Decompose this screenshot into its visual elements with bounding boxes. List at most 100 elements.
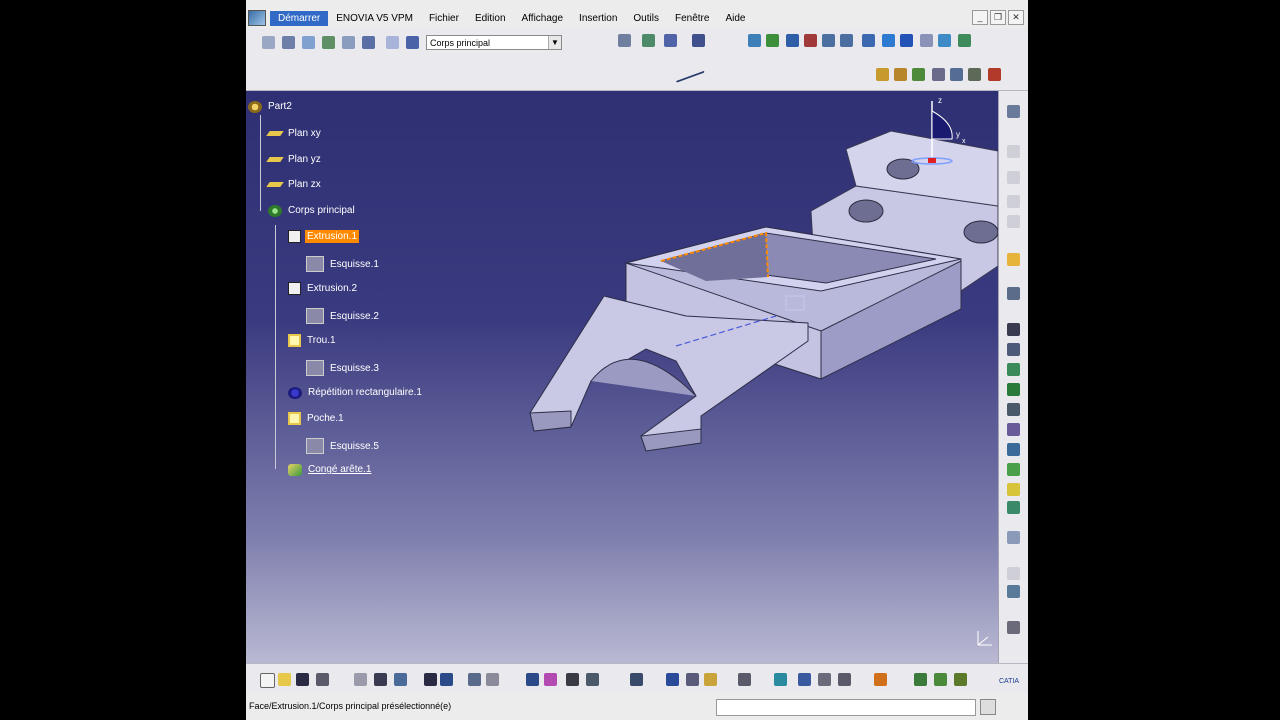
insert-body-icon[interactable]: [362, 36, 375, 49]
compass-icon[interactable]: z y x: [908, 93, 968, 168]
search-icon[interactable]: [486, 673, 499, 686]
stop-command-icon[interactable]: [980, 699, 996, 715]
pocket-tool-icon[interactable]: [1007, 287, 1020, 300]
shell-tool-icon[interactable]: [1007, 483, 1020, 496]
analysis-icon[interactable]: [642, 34, 655, 47]
layers-icon[interactable]: [950, 68, 963, 81]
catalog-icon[interactable]: [774, 673, 787, 686]
save-icon[interactable]: [296, 673, 309, 686]
menu-demarrer[interactable]: Démarrer: [270, 10, 329, 26]
tree-item-plan-yz[interactable]: Plan yz: [266, 153, 323, 166]
tree-item-esquisse-3[interactable]: Esquisse.3: [306, 360, 381, 376]
settings-icon[interactable]: [968, 68, 981, 81]
check-icon[interactable]: [954, 673, 967, 686]
rotate-icon[interactable]: [804, 34, 817, 47]
paste-icon[interactable]: [394, 673, 407, 686]
cut-icon[interactable]: [354, 673, 367, 686]
tree-item-repetition-rectangulaire[interactable]: Répétition rectangulaire.1: [288, 386, 424, 399]
tree-item-conge-arete-1[interactable]: Congé arête.1: [288, 463, 373, 476]
tree-item-esquisse-2[interactable]: Esquisse.2: [306, 308, 381, 324]
whats-this-icon[interactable]: [468, 673, 481, 686]
pan-icon[interactable]: [786, 34, 799, 47]
slot-tool-icon[interactable]: [1007, 403, 1020, 416]
formula-icon[interactable]: [666, 673, 679, 686]
material-icon[interactable]: [876, 68, 889, 81]
update-icon[interactable]: [526, 673, 539, 686]
tree-item-plan-zx[interactable]: Plan zx: [266, 178, 323, 191]
pad-tool-icon[interactable]: [1007, 253, 1020, 266]
menu-fichier[interactable]: Fichier: [421, 11, 467, 26]
tree-view-icon[interactable]: [586, 673, 599, 686]
compass[interactable]: z y x: [908, 93, 968, 173]
select-icon[interactable]: [262, 36, 275, 49]
thickness-tool-icon[interactable]: [1007, 501, 1020, 514]
groove-tool-icon[interactable]: [1007, 343, 1020, 356]
menu-affichage[interactable]: Affichage: [514, 11, 572, 26]
color-icon[interactable]: [912, 68, 925, 81]
measure-icon[interactable]: [618, 34, 631, 47]
menu-fenetre[interactable]: Fenêtre: [667, 11, 717, 26]
open-file-icon[interactable]: [278, 673, 291, 686]
instantiate-icon[interactable]: [818, 673, 831, 686]
hole-tool-icon[interactable]: [1007, 363, 1020, 376]
menu-edition[interactable]: Edition: [467, 11, 514, 26]
tree-item-extrusion-1[interactable]: Extrusion.1: [288, 230, 360, 243]
grid-icon[interactable]: [664, 34, 677, 47]
menu-outils[interactable]: Outils: [625, 11, 667, 26]
zoom-out-icon[interactable]: [840, 34, 853, 47]
fit-all-icon[interactable]: [766, 34, 779, 47]
bom-icon[interactable]: [544, 673, 557, 686]
light-icon[interactable]: [704, 673, 717, 686]
body-select[interactable]: Corps principal ▼: [426, 35, 562, 50]
rib-tool-icon[interactable]: [1007, 383, 1020, 396]
properties-icon[interactable]: [932, 68, 945, 81]
sketch-tool-icon[interactable]: [1007, 105, 1020, 118]
parameters-icon[interactable]: [630, 673, 643, 686]
iso-view-icon[interactable]: [882, 34, 895, 47]
law-icon[interactable]: [874, 673, 887, 686]
power-input-field[interactable]: [716, 699, 976, 716]
redo-icon[interactable]: [440, 673, 453, 686]
mirror-tool-icon[interactable]: [1007, 531, 1020, 544]
apply-icon[interactable]: [798, 673, 811, 686]
scan-icon[interactable]: [566, 673, 579, 686]
tree-item-extrusion-2[interactable]: Extrusion.2: [288, 282, 359, 295]
3d-viewport[interactable]: Part2 Plan xy Plan yz Plan zx Corps prin…: [246, 91, 998, 663]
palette-icon[interactable]: [988, 68, 1001, 81]
body-select-icon[interactable]: [406, 36, 419, 49]
copy-icon[interactable]: [374, 673, 387, 686]
minimize-icon[interactable]: _: [972, 10, 988, 25]
restore-icon[interactable]: ❐: [990, 10, 1006, 25]
tree-item-plan-xy[interactable]: Plan xy: [266, 127, 323, 140]
macro-icon[interactable]: [738, 673, 751, 686]
menu-aide[interactable]: Aide: [717, 11, 753, 26]
new-file-icon[interactable]: [260, 673, 275, 688]
fillet-tool-icon[interactable]: [1007, 423, 1020, 436]
draft-tool-icon[interactable]: [1007, 463, 1020, 476]
hide-show-icon[interactable]: [920, 34, 933, 47]
close-icon[interactable]: ✕: [1008, 10, 1024, 25]
sketcher-icon[interactable]: [282, 36, 295, 49]
shaft-tool-icon[interactable]: [1007, 323, 1020, 336]
zoom-in-icon[interactable]: [822, 34, 835, 47]
point-tool-icon[interactable]: [342, 36, 355, 49]
normal-view-icon[interactable]: [862, 34, 875, 47]
knowledge-icon[interactable]: [686, 673, 699, 686]
boolean-icon[interactable]: [386, 36, 399, 49]
part-geometry[interactable]: [246, 91, 998, 663]
catia-app-icon[interactable]: [248, 10, 266, 26]
tree-item-poche-1[interactable]: Poche.1: [288, 412, 346, 425]
annotation-tool-icon[interactable]: [1007, 621, 1020, 634]
axis-tool-icon[interactable]: [322, 36, 335, 49]
tree-item-esquisse-5[interactable]: Esquisse.5: [306, 438, 381, 454]
flag-icon[interactable]: [914, 673, 927, 686]
print-icon[interactable]: [316, 673, 329, 686]
chevron-down-icon[interactable]: ▼: [548, 36, 561, 49]
rule-icon[interactable]: [934, 673, 947, 686]
tree-item-corps-principal[interactable]: Corps principal: [268, 204, 357, 217]
swap-space-icon[interactable]: [938, 34, 951, 47]
table-icon[interactable]: [838, 673, 851, 686]
plane-tool-icon[interactable]: [302, 36, 315, 49]
tree-item-trou-1[interactable]: Trou.1: [288, 334, 338, 347]
chamfer-tool-icon[interactable]: [1007, 443, 1020, 456]
